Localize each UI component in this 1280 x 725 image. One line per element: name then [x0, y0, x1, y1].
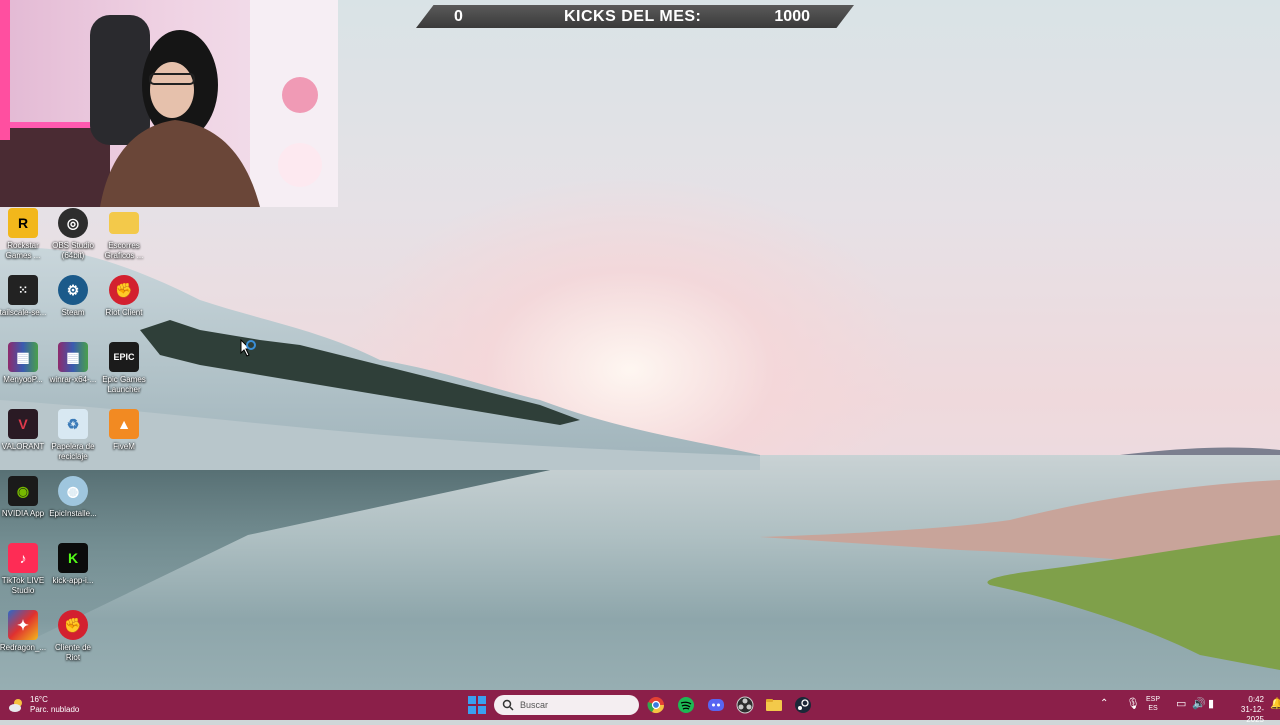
taskbar-search-box[interactable]: Buscar — [494, 695, 639, 715]
recycle-bin-icon: ♻ — [58, 409, 88, 439]
show-hidden-icons-chevron-up-icon[interactable]: ⌃ — [1100, 698, 1108, 709]
kicks-goal-value: 1000 — [774, 7, 810, 25]
taskbar-spotify-icon[interactable] — [676, 695, 696, 715]
notifications-bell-icon[interactable]: 🔔 — [1270, 697, 1280, 710]
desktop-icon-recycle-bin[interactable]: ♻ Papelera de reciclaje — [48, 409, 98, 462]
kick-icon: K — [58, 543, 88, 573]
desktop-icon-redragon[interactable]: ✦ Redragon_... — [0, 610, 48, 653]
desktop-icon-nvidia[interactable]: ◉ NVIDIA App — [0, 476, 48, 519]
desktop-icon-menyoo[interactable]: ▦ MenyooP... — [0, 342, 48, 385]
mouse-cursor-icon — [240, 339, 256, 357]
taskbar-clock[interactable]: 0:42 31-12-2025 — [1224, 695, 1264, 725]
desktop-icon-fivem[interactable]: ▲ FiveM — [99, 409, 149, 452]
desktop-icon-folder[interactable]: Escorres Graficos ... — [99, 208, 149, 261]
winrar-icon: ▦ — [8, 342, 38, 372]
search-icon — [502, 699, 514, 711]
desktop-icon-cliente-riot[interactable]: ✊ Cliente de Riot — [48, 610, 98, 663]
tiktok-icon: ♪ — [8, 543, 38, 573]
volume-icon[interactable]: 🔊 — [1192, 697, 1206, 710]
webcam-feed-image — [0, 0, 338, 207]
riot-icon: ✊ — [58, 610, 88, 640]
desktop-icon-winrar[interactable]: ▦ winrar-x64-... — [48, 342, 98, 385]
desktop-icon-epic-installer[interactable]: ◍ EpicInstalle... — [48, 476, 98, 519]
microphone-icon[interactable]: 🎙 — [1126, 697, 1140, 710]
taskbar-file-explorer-icon[interactable] — [764, 695, 784, 715]
start-button-windows-icon[interactable] — [468, 696, 486, 714]
battery-icon[interactable]: ▮ — [1208, 697, 1214, 710]
clock-date: 31-12-2025 — [1240, 705, 1264, 724]
desktop-icon-obs[interactable]: ◎ OBS Studio (64bit) — [48, 208, 98, 261]
taskbar-discord-icon[interactable] — [706, 695, 726, 715]
network-icon[interactable]: ▭ — [1176, 697, 1186, 710]
desktop-icon-tailscale[interactable]: ⁙ tailscale-se... — [0, 275, 48, 318]
nvidia-icon: ◉ — [8, 476, 38, 506]
clock-time: 0:42 — [1248, 695, 1264, 704]
weather-cloud-icon — [9, 699, 22, 712]
winrar-icon: ▦ — [58, 342, 88, 372]
desktop-icon-tiktok-live[interactable]: ♪ TikTok LIVE Studio — [0, 543, 48, 596]
riot-icon: ✊ — [109, 275, 139, 305]
weather-temperature: 16°C — [30, 695, 48, 704]
taskbar-steam-icon[interactable] — [793, 695, 813, 715]
desktop-icon-riot-client[interactable]: ✊ Riot Client — [99, 275, 149, 318]
kicks-scorebar: 0 KICKS DEL MES: 1000 — [416, 5, 854, 28]
desktop-icon-valorant[interactable]: V VALORANT — [0, 409, 48, 452]
taskbar-chrome-icon[interactable] — [646, 695, 666, 715]
obs-icon: ◎ — [58, 208, 88, 238]
redragon-icon: ✦ — [8, 610, 38, 640]
desktop-icon-epic-games[interactable]: EPIC Epic Games Launcher — [99, 342, 149, 395]
desktop-icon-rockstar[interactable]: R Rockstar Games ... — [0, 208, 48, 261]
fivem-icon: ▲ — [109, 409, 139, 439]
folder-icon — [109, 212, 139, 234]
language-indicator[interactable]: ESP ES — [1146, 695, 1160, 713]
steam-icon: ⚙ — [58, 275, 88, 305]
weather-description: Parc. nublado — [30, 705, 80, 714]
desktop-icon-kick-app[interactable]: K kick-app-i... — [48, 543, 98, 586]
epic-icon: EPIC — [109, 342, 139, 372]
valorant-icon: V — [8, 409, 38, 439]
kicks-current-value: 0 — [454, 7, 463, 25]
rockstar-icon: R — [8, 208, 38, 238]
kicks-title: KICKS DEL MES: — [564, 7, 702, 25]
wallpaper-grass — [760, 447, 1280, 670]
desktop-icon-steam[interactable]: ⚙ Steam — [48, 275, 98, 318]
taskbar-obs-icon[interactable] — [735, 695, 755, 715]
search-placeholder: Buscar — [520, 700, 549, 710]
disc-icon: ◍ — [58, 476, 88, 506]
taskbar: 16°C Parc. nublado Buscar ⌃ 🎙 ESP ES ▭ 🔊… — [0, 690, 1280, 724]
weather-widget[interactable]: 16°C Parc. nublado — [8, 695, 79, 715]
tailscale-icon: ⁙ — [8, 275, 38, 305]
webcam-overlay — [0, 0, 338, 207]
